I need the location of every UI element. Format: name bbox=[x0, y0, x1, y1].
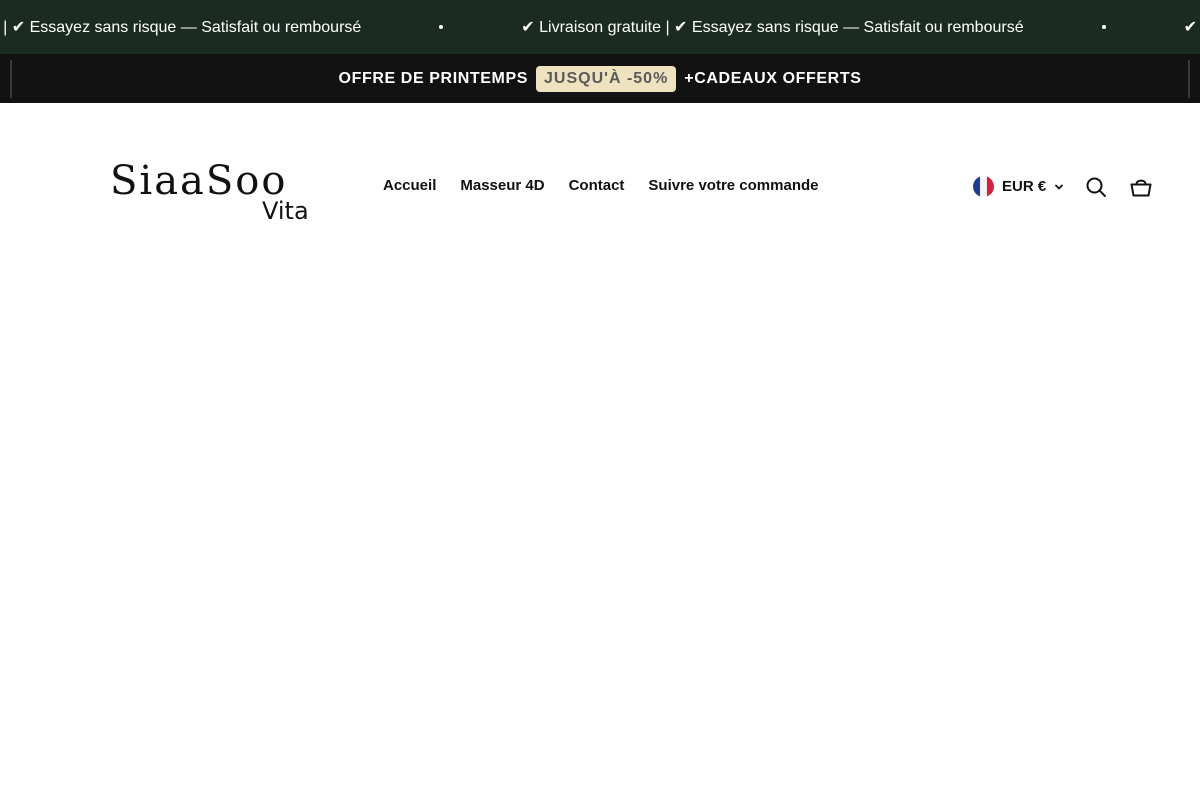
promo-badge: JUSQU'À -50% bbox=[536, 65, 677, 92]
search-icon[interactable] bbox=[1084, 175, 1108, 199]
site-header: SiaaSoo Vita Accueil Masseur 4D Contact … bbox=[0, 103, 1200, 243]
announcement-item: ✔ Livraison gratuite | ✔ Essayez sans ri… bbox=[0, 19, 362, 36]
promo-lead: OFFRE DE PRINTEMPS bbox=[338, 69, 529, 87]
nav-link-suivre-commande[interactable]: Suivre votre commande bbox=[648, 177, 818, 194]
promo-tail: +CADEAUX OFFERTS bbox=[684, 69, 862, 87]
promo-divider bbox=[1188, 60, 1190, 98]
nav-link-masseur-4d[interactable]: Masseur 4D bbox=[460, 177, 544, 194]
announcement-bar: ✔ Livraison gratuite | ✔ Essayez sans ri… bbox=[0, 0, 1200, 54]
nav-link-accueil[interactable]: Accueil bbox=[383, 177, 436, 194]
logo-wordmark: SiaaSoo bbox=[110, 158, 288, 204]
france-flag-icon bbox=[973, 176, 994, 197]
main-nav: Accueil Masseur 4D Contact Suivre votre … bbox=[383, 177, 818, 194]
logo-subtitle: Vita bbox=[262, 197, 309, 225]
chevron-down-icon bbox=[1055, 184, 1064, 189]
cart-icon[interactable] bbox=[1129, 175, 1153, 199]
promo-bar: OFFRE DE PRINTEMPS JUSQU'À -50% +CADEAUX… bbox=[0, 54, 1200, 103]
site-logo[interactable]: SiaaSoo Vita bbox=[110, 159, 320, 231]
announcement-item: ✔ Livraison gratuite | ✔ Essayez sans ri… bbox=[1183, 19, 1200, 36]
announcement-separator bbox=[1101, 25, 1106, 29]
currency-selector[interactable]: EUR € bbox=[973, 176, 1064, 197]
announcement-track: ✔ Livraison gratuite | ✔ Essayez sans ri… bbox=[0, 0, 1200, 54]
promo-divider bbox=[10, 60, 12, 98]
announcement-separator bbox=[439, 25, 444, 29]
nav-link-contact[interactable]: Contact bbox=[569, 177, 625, 194]
currency-label: EUR € bbox=[1002, 178, 1047, 195]
announcement-item: ✔ Livraison gratuite | ✔ Essayez sans ri… bbox=[521, 19, 1024, 36]
